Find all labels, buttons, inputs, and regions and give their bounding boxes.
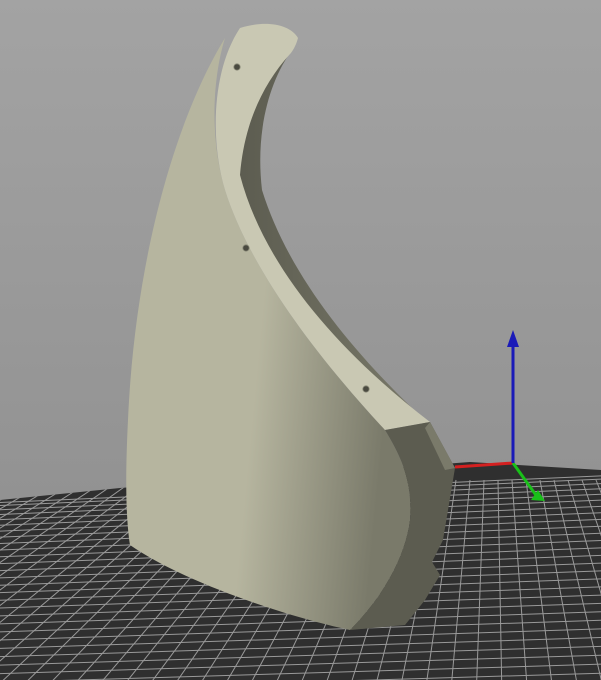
mount-hole: [233, 63, 241, 71]
scene-canvas[interactable]: [0, 0, 601, 680]
3d-viewport[interactable]: [0, 0, 601, 680]
mount-hole: [362, 385, 370, 393]
mount-hole: [242, 244, 250, 252]
